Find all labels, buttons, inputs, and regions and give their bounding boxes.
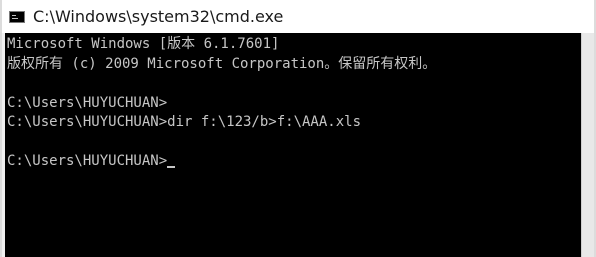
console-line: Microsoft Windows [版本 6.1.7601] — [7, 35, 583, 55]
console-output[interactable]: Microsoft Windows [版本 6.1.7601] 版权所有 (c)… — [5, 33, 583, 257]
console-line: C:\Users\HUYUCHUAN> — [7, 94, 583, 114]
console-line: C:\Users\HUYUCHUAN>dir f:\123/b>f:\AAA.x… — [7, 113, 583, 133]
console-prompt-line[interactable]: C:\Users\HUYUCHUAN> — [7, 152, 583, 172]
cmd-console-icon[interactable] — [9, 10, 25, 23]
cmd-window: C:\Windows\system32\cmd.exe Microsoft Wi… — [0, 0, 596, 257]
console-line-text: C:\Users\HUYUCHUAN> — [7, 94, 168, 111]
console-line: 版权所有 (c) 2009 Microsoft Corporation。保留所有… — [7, 55, 583, 75]
console-line-text: Microsoft Windows [版本 6.1.7601] — [7, 36, 280, 52]
console-line-text: 版权所有 (c) 2009 Microsoft Corporation。保留所有… — [7, 55, 437, 72]
vertical-scrollbar[interactable] — [581, 33, 594, 257]
console-prompt: C:\Users\HUYUCHUAN> — [7, 153, 168, 169]
window-title: C:\Windows\system32\cmd.exe — [33, 7, 284, 26]
console-line-text: C:\Users\HUYUCHUAN>dir f:\123/b>f:\AAA.x… — [7, 114, 362, 130]
title-bar[interactable]: C:\Windows\system32\cmd.exe — [2, 0, 594, 33]
text-cursor — [167, 165, 176, 168]
